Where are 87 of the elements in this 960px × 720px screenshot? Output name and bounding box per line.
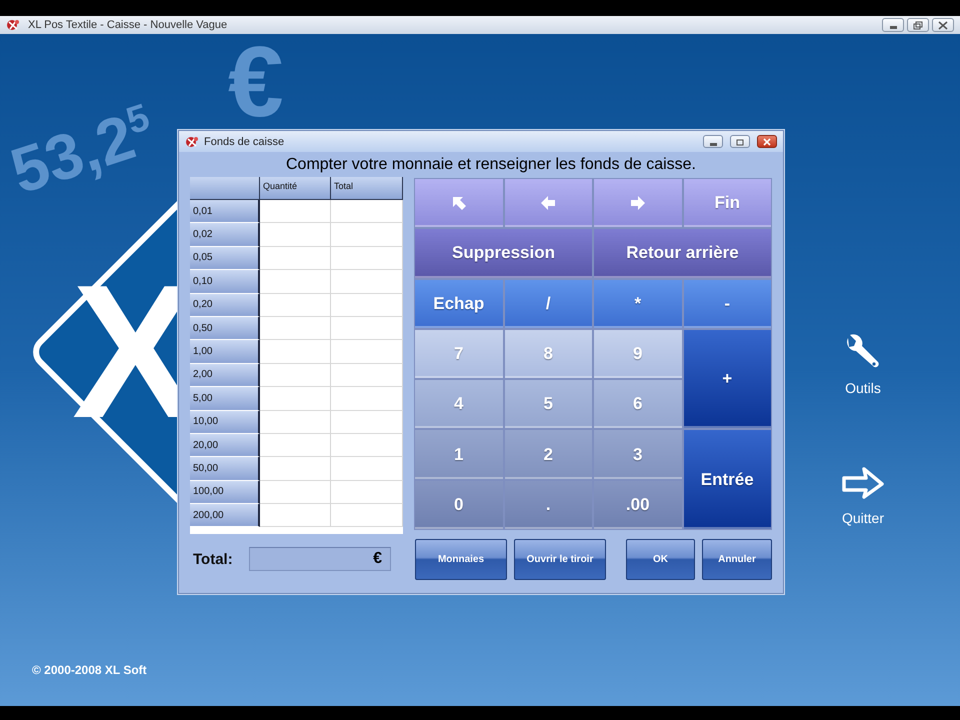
quantity-cell[interactable] <box>260 200 331 224</box>
total-cell <box>331 316 403 340</box>
close-button[interactable] <box>757 135 777 148</box>
keypad-key[interactable]: + <box>684 330 771 428</box>
column-header: Total <box>331 177 403 200</box>
dialog-button[interactable]: OK <box>626 538 695 580</box>
tools-label[interactable]: Outils <box>845 380 881 396</box>
denomination-button[interactable]: 0,05 <box>190 246 260 270</box>
denomination-button[interactable]: 100,00 <box>190 480 260 504</box>
denomination-button[interactable]: 0,50 <box>190 316 260 340</box>
denomination-button[interactable]: 50,00 <box>190 457 260 481</box>
minimize-button[interactable] <box>703 135 723 148</box>
total-label: Total: <box>192 550 234 568</box>
keypad-key[interactable] <box>415 179 502 228</box>
app-icon <box>6 18 20 32</box>
quantity-cell[interactable] <box>260 504 331 528</box>
minimize-button[interactable] <box>882 18 904 32</box>
keypad-key[interactable]: * <box>594 280 682 328</box>
quantity-cell[interactable] <box>260 387 331 411</box>
keypad-key[interactable]: / <box>504 280 592 328</box>
total-cell <box>331 387 403 411</box>
denomination-button[interactable]: 20,00 <box>190 434 260 458</box>
total-cell <box>331 364 403 388</box>
copyright: © 2000-2008 XL Soft <box>32 663 147 677</box>
total-cell <box>331 480 403 504</box>
quantity-cell[interactable] <box>260 480 331 504</box>
window-title: XL Pos Textile - Caisse - Nouvelle Vague <box>28 19 228 31</box>
dialog-button[interactable]: Annuler <box>702 538 772 580</box>
dialog-button[interactable]: Monnaies <box>415 538 507 580</box>
denomination-button[interactable]: 10,00 <box>190 410 260 434</box>
dialog-icon <box>185 134 199 148</box>
total-cell <box>331 410 403 434</box>
total-cell <box>331 270 403 294</box>
maximize-button[interactable] <box>730 135 750 148</box>
quit-label[interactable]: Quitter <box>842 510 884 526</box>
keypad-key[interactable]: Retour arrière <box>594 229 771 278</box>
maximize-button[interactable] <box>907 18 929 32</box>
denomination-button[interactable]: 0,01 <box>190 200 260 224</box>
quantity-cell[interactable] <box>260 364 331 388</box>
total-cell <box>331 434 403 458</box>
quantity-cell[interactable] <box>260 270 331 294</box>
backdrop-currency: € <box>228 42 284 122</box>
total-cell <box>331 457 403 481</box>
arrow-left-icon <box>539 194 558 212</box>
quantity-cell[interactable] <box>260 457 331 481</box>
keypad-key[interactable]: .00 <box>594 480 682 529</box>
denomination-button[interactable]: 0,10 <box>190 270 260 294</box>
dialog-title: Fonds de caisse <box>204 136 286 148</box>
dialog-button[interactable]: Ouvrir le tiroir <box>514 538 606 580</box>
close-icon <box>761 138 773 146</box>
keypad-key[interactable]: 0 <box>415 480 502 529</box>
denomination-button[interactable]: 2,00 <box>190 364 260 388</box>
keypad-key[interactable]: . <box>504 480 592 529</box>
total-field[interactable]: € <box>249 547 391 571</box>
total-cell <box>331 200 403 224</box>
quantity-cell[interactable] <box>260 410 331 434</box>
total-cell <box>331 340 403 364</box>
total-cell <box>331 294 403 317</box>
instruction-text: Compter votre monnaie et renseigner les fonds de caisse. <box>285 154 697 174</box>
keypad-key[interactable]: Echap <box>415 280 502 328</box>
keypad-key[interactable] <box>594 179 682 228</box>
keypad-key[interactable]: Entrée <box>684 430 771 529</box>
total-cell <box>331 246 403 270</box>
denomination-button[interactable]: 1,00 <box>190 340 260 364</box>
quantity-cell[interactable] <box>260 434 331 458</box>
quantity-cell[interactable] <box>260 316 331 340</box>
quantity-cell[interactable] <box>260 294 331 317</box>
denomination-button[interactable]: 0,02 <box>190 223 260 247</box>
keypad-key[interactable]: - <box>684 280 771 328</box>
quantity-cell[interactable] <box>260 223 331 247</box>
quantity-cell[interactable] <box>260 246 331 270</box>
maximize-icon <box>734 138 746 146</box>
keypad-key[interactable]: Suppression <box>415 229 592 278</box>
close-button[interactable] <box>932 18 954 32</box>
column-header: Quantité <box>260 177 331 200</box>
close-icon <box>937 20 949 30</box>
keypad-key[interactable] <box>504 179 592 228</box>
minimize-icon <box>710 142 716 146</box>
total-cell <box>331 223 403 247</box>
denomination-button[interactable]: 5,00 <box>190 387 260 411</box>
header-cell <box>190 177 260 200</box>
arrow-right-icon <box>628 194 647 212</box>
denomination-button[interactable]: 0,20 <box>190 294 260 317</box>
minimize-icon <box>890 26 896 29</box>
quantity-cell[interactable] <box>260 340 331 364</box>
denomination-button[interactable]: 200,00 <box>190 504 260 528</box>
maximize-icon <box>912 20 924 30</box>
